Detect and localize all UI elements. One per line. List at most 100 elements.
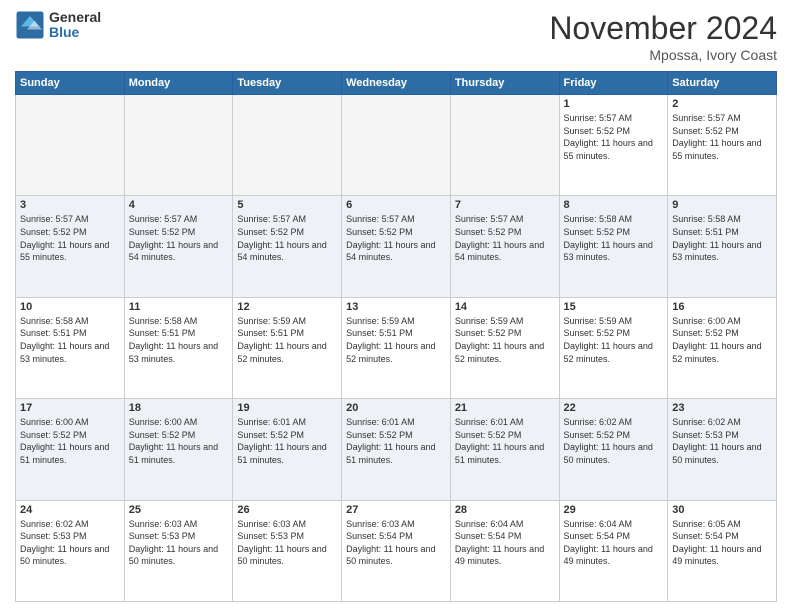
day-number: 17 <box>20 402 120 414</box>
day-info: Sunrise: 5:58 AMSunset: 5:51 PMDaylight:… <box>672 213 772 263</box>
calendar-cell: 20 Sunrise: 6:01 AMSunset: 5:52 PMDayligh… <box>342 399 451 500</box>
day-info: Sunrise: 5:57 AMSunset: 5:52 PMDaylight:… <box>672 112 772 162</box>
day-info: Sunrise: 6:02 AMSunset: 5:53 PMDaylight:… <box>672 416 772 466</box>
day-info: Sunrise: 6:00 AMSunset: 5:52 PMDaylight:… <box>672 315 772 365</box>
day-number: 21 <box>455 402 555 414</box>
calendar-cell: 13 Sunrise: 5:59 AMSunset: 5:51 PMDayligh… <box>342 297 451 398</box>
calendar-cell: 18 Sunrise: 6:00 AMSunset: 5:52 PMDayligh… <box>124 399 233 500</box>
day-number: 23 <box>672 402 772 414</box>
day-number: 16 <box>672 301 772 313</box>
day-info: Sunrise: 5:57 AMSunset: 5:52 PMDaylight:… <box>20 213 120 263</box>
day-info: Sunrise: 5:59 AMSunset: 5:52 PMDaylight:… <box>455 315 555 365</box>
calendar-cell: 5 Sunrise: 5:57 AMSunset: 5:52 PMDaylight… <box>233 196 342 297</box>
day-info: Sunrise: 6:03 AMSunset: 5:53 PMDaylight:… <box>129 518 229 568</box>
day-header-friday: Friday <box>559 72 668 95</box>
calendar-cell: 24 Sunrise: 6:02 AMSunset: 5:53 PMDayligh… <box>16 500 125 601</box>
day-header-tuesday: Tuesday <box>233 72 342 95</box>
day-number: 4 <box>129 199 229 211</box>
day-info: Sunrise: 5:58 AMSunset: 5:51 PMDaylight:… <box>20 315 120 365</box>
day-number: 10 <box>20 301 120 313</box>
calendar-cell: 28 Sunrise: 6:04 AMSunset: 5:54 PMDayligh… <box>450 500 559 601</box>
calendar-cell: 29Sunrise: 6:04 AMSunset: 5:54 PMDayligh… <box>559 500 668 601</box>
calendar-cell: 9 Sunrise: 5:58 AMSunset: 5:51 PMDaylight… <box>668 196 777 297</box>
day-info: Sunrise: 6:05 AMSunset: 5:54 PMDaylight:… <box>672 518 772 568</box>
day-number: 20 <box>346 402 446 414</box>
day-number: 2 <box>672 98 772 110</box>
calendar-cell: 30 Sunrise: 6:05 AMSunset: 5:54 PMDayligh… <box>668 500 777 601</box>
title-block: November 2024 Mpossa, Ivory Coast <box>549 10 777 63</box>
day-number: 6 <box>346 199 446 211</box>
day-number: 11 <box>129 301 229 313</box>
calendar-header-row: SundayMondayTuesdayWednesdayThursdayFrid… <box>16 72 777 95</box>
month-title: November 2024 <box>549 10 777 47</box>
calendar-cell: 23 Sunrise: 6:02 AMSunset: 5:53 PMDayligh… <box>668 399 777 500</box>
calendar-cell <box>124 95 233 196</box>
day-number: 7 <box>455 199 555 211</box>
calendar-cell: 1 Sunrise: 5:57 AMSunset: 5:52 PMDaylight… <box>559 95 668 196</box>
day-header-sunday: Sunday <box>16 72 125 95</box>
calendar-cell: 16 Sunrise: 6:00 AMSunset: 5:52 PMDayligh… <box>668 297 777 398</box>
calendar-cell: 3 Sunrise: 5:57 AMSunset: 5:52 PMDaylight… <box>16 196 125 297</box>
logo-line1: General <box>49 10 101 25</box>
day-info: Sunrise: 6:04 AMSunset: 5:54 PMDaylight:… <box>455 518 555 568</box>
day-number: 5 <box>237 199 337 211</box>
calendar-cell: 17 Sunrise: 6:00 AMSunset: 5:52 PMDayligh… <box>16 399 125 500</box>
calendar-cell: 4Sunrise: 5:57 AMSunset: 5:52 PMDaylight… <box>124 196 233 297</box>
day-number: 29 <box>564 504 664 516</box>
calendar-week-row: 3 Sunrise: 5:57 AMSunset: 5:52 PMDaylight… <box>16 196 777 297</box>
calendar-cell: 22 Sunrise: 6:02 AMSunset: 5:52 PMDayligh… <box>559 399 668 500</box>
header: General Blue November 2024 Mpossa, Ivory… <box>15 10 777 63</box>
day-number: 18 <box>129 402 229 414</box>
location: Mpossa, Ivory Coast <box>549 47 777 63</box>
day-info: Sunrise: 5:58 AMSunset: 5:52 PMDaylight:… <box>564 213 664 263</box>
calendar-table: SundayMondayTuesdayWednesdayThursdayFrid… <box>15 71 777 602</box>
calendar-cell: 26Sunrise: 6:03 AMSunset: 5:53 PMDayligh… <box>233 500 342 601</box>
day-number: 1 <box>564 98 664 110</box>
day-info: Sunrise: 6:02 AMSunset: 5:53 PMDaylight:… <box>20 518 120 568</box>
day-number: 22 <box>564 402 664 414</box>
calendar-cell: 12Sunrise: 5:59 AMSunset: 5:51 PMDayligh… <box>233 297 342 398</box>
calendar-cell: 15 Sunrise: 5:59 AMSunset: 5:52 PMDayligh… <box>559 297 668 398</box>
day-number: 25 <box>129 504 229 516</box>
logo: General Blue <box>15 10 101 41</box>
calendar-cell: 10 Sunrise: 5:58 AMSunset: 5:51 PMDayligh… <box>16 297 125 398</box>
day-info: Sunrise: 5:57 AMSunset: 5:52 PMDaylight:… <box>237 213 337 263</box>
day-info: Sunrise: 5:57 AMSunset: 5:52 PMDaylight:… <box>455 213 555 263</box>
day-number: 8 <box>564 199 664 211</box>
day-info: Sunrise: 6:00 AMSunset: 5:52 PMDaylight:… <box>129 416 229 466</box>
day-number: 15 <box>564 301 664 313</box>
day-info: Sunrise: 6:00 AMSunset: 5:52 PMDaylight:… <box>20 416 120 466</box>
calendar-week-row: 24 Sunrise: 6:02 AMSunset: 5:53 PMDayligh… <box>16 500 777 601</box>
day-info: Sunrise: 5:58 AMSunset: 5:51 PMDaylight:… <box>129 315 229 365</box>
calendar-cell: 14 Sunrise: 5:59 AMSunset: 5:52 PMDayligh… <box>450 297 559 398</box>
calendar-cell <box>16 95 125 196</box>
logo-icon <box>15 10 45 40</box>
day-number: 19 <box>237 402 337 414</box>
calendar-cell <box>450 95 559 196</box>
calendar-cell: 2 Sunrise: 5:57 AMSunset: 5:52 PMDaylight… <box>668 95 777 196</box>
calendar-cell: 27Sunrise: 6:03 AMSunset: 5:54 PMDayligh… <box>342 500 451 601</box>
day-info: Sunrise: 6:01 AMSunset: 5:52 PMDaylight:… <box>346 416 446 466</box>
day-info: Sunrise: 5:57 AMSunset: 5:52 PMDaylight:… <box>564 112 664 162</box>
day-info: Sunrise: 5:57 AMSunset: 5:52 PMDaylight:… <box>346 213 446 263</box>
day-info: Sunrise: 6:01 AMSunset: 5:52 PMDaylight:… <box>237 416 337 466</box>
logo-line2: Blue <box>49 25 101 40</box>
day-info: Sunrise: 6:02 AMSunset: 5:52 PMDaylight:… <box>564 416 664 466</box>
day-header-wednesday: Wednesday <box>342 72 451 95</box>
day-info: Sunrise: 5:59 AMSunset: 5:51 PMDaylight:… <box>237 315 337 365</box>
day-number: 14 <box>455 301 555 313</box>
day-number: 26 <box>237 504 337 516</box>
day-info: Sunrise: 5:59 AMSunset: 5:52 PMDaylight:… <box>564 315 664 365</box>
calendar-cell: 8 Sunrise: 5:58 AMSunset: 5:52 PMDaylight… <box>559 196 668 297</box>
day-number: 28 <box>455 504 555 516</box>
day-number: 30 <box>672 504 772 516</box>
day-number: 27 <box>346 504 446 516</box>
day-number: 9 <box>672 199 772 211</box>
day-number: 13 <box>346 301 446 313</box>
day-number: 3 <box>20 199 120 211</box>
day-number: 24 <box>20 504 120 516</box>
day-info: Sunrise: 5:59 AMSunset: 5:51 PMDaylight:… <box>346 315 446 365</box>
calendar-cell <box>233 95 342 196</box>
day-header-thursday: Thursday <box>450 72 559 95</box>
day-header-saturday: Saturday <box>668 72 777 95</box>
